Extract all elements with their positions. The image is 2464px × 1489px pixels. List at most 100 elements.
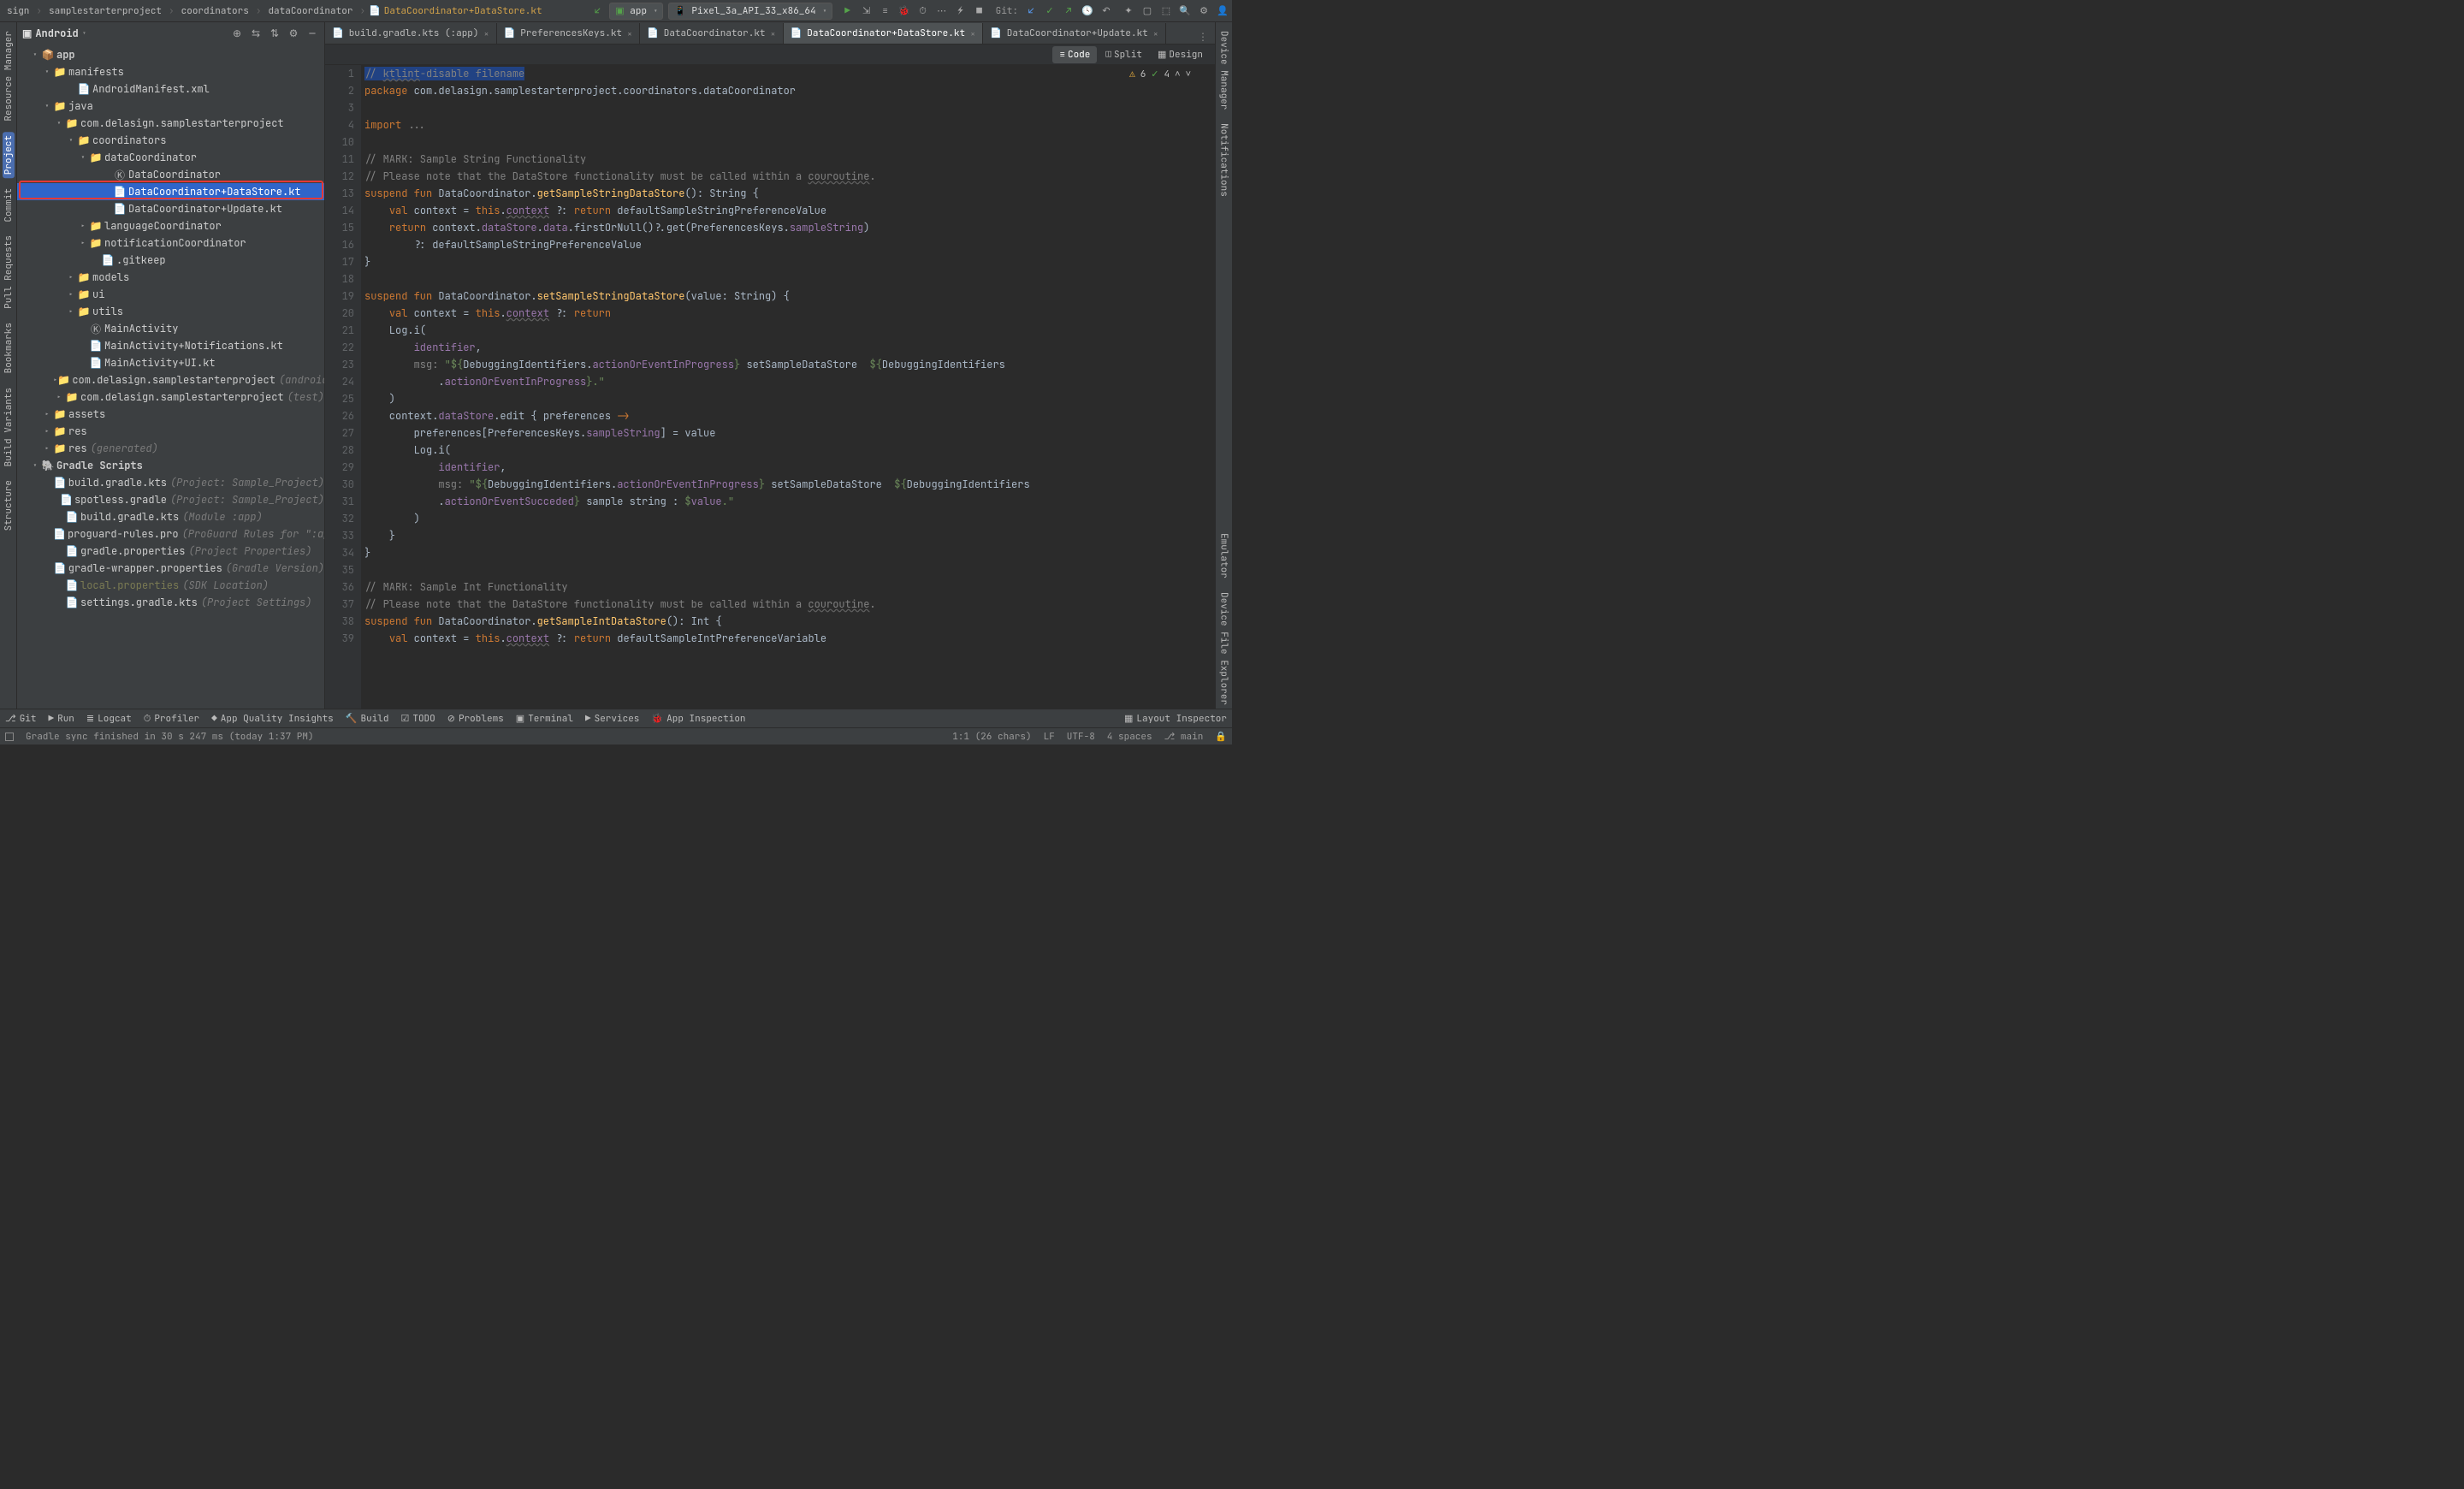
tool-problems[interactable]: ⊘ Problems (447, 713, 504, 725)
indent[interactable]: 4 spaces (1107, 731, 1152, 743)
tab-preferences-keys[interactable]: 📄PreferencesKeys.kt× (497, 23, 641, 44)
tab-datacoordinator-datastore[interactable]: 📄DataCoordinator+DataStore.kt× (784, 23, 984, 44)
sync-icon[interactable]: ↙ (589, 3, 605, 19)
tree-res-gen[interactable]: ▸📁res(generated) (17, 440, 324, 457)
tree-app[interactable]: ▾📦app (17, 46, 324, 63)
tool-emulator[interactable]: Emulator (1218, 530, 1230, 582)
tree-spotless[interactable]: 📄spotless.gradle(Project: Sample_Project… (17, 491, 324, 508)
target-icon[interactable]: ⊕ (230, 27, 244, 40)
tab-build-gradle[interactable]: 📄build.gradle.kts (:app)× (325, 23, 497, 44)
tree-res[interactable]: ▸📁res (17, 423, 324, 440)
tree-proguard[interactable]: 📄proguard-rules.pro(ProGuard Rules for "… (17, 525, 324, 543)
chevron-down-icon[interactable]: ˅ (1186, 68, 1191, 80)
close-icon[interactable]: × (627, 28, 632, 39)
crumb-1[interactable]: samplestarterproject (45, 5, 165, 17)
tree-mainactivity-ui[interactable]: 📄MainActivity+UI.kt (17, 354, 324, 371)
project-view-selector[interactable]: ▣ Android ▾ (22, 27, 86, 40)
vcs-commit-icon[interactable]: ✓ (1042, 3, 1057, 19)
tree-notification-coordinator[interactable]: ▸📁notificationCoordinator (17, 234, 324, 252)
tree-mainactivity[interactable]: ⓀMainActivity (17, 320, 324, 337)
tool-logcat[interactable]: ≣ Logcat (86, 713, 132, 725)
search-icon[interactable]: 🔍 (1177, 3, 1193, 19)
tool-app-quality[interactable]: ◆ App Quality Insights (211, 713, 334, 725)
lock-icon[interactable]: 🔒 (1215, 731, 1227, 743)
tool-app-inspection[interactable]: 🐞 App Inspection (651, 713, 745, 725)
account-icon[interactable]: 👤 (1215, 3, 1230, 19)
debug-button[interactable]: 🐞 (897, 3, 912, 19)
line-ending[interactable]: LF (1044, 731, 1055, 743)
debug-attach-icon[interactable]: ⇲ (859, 3, 874, 19)
tool-build-variants[interactable]: Build Variants (3, 384, 15, 470)
view-code[interactable]: ≡ Code (1052, 46, 1097, 63)
crumb-0[interactable]: sign (3, 5, 33, 17)
tree-file-datacoordinator-datastore[interactable]: 📄DataCoordinator+DataStore.kt (17, 183, 324, 200)
tree-android-manifest[interactable]: 📄AndroidManifest.xml (17, 80, 324, 98)
tree-gitkeep[interactable]: 📄.gitkeep (17, 252, 324, 269)
tool-bookmarks[interactable]: Bookmarks (3, 319, 15, 377)
run-config-selector[interactable]: ▣ app (609, 3, 663, 20)
crumb-3[interactable]: dataCoordinator (264, 5, 356, 17)
tool-structure[interactable]: Structure (3, 477, 15, 534)
tree-local-props[interactable]: 📄local.properties(SDK Location) (17, 577, 324, 594)
sort-icon[interactable]: ⇅ (268, 27, 281, 40)
device-selector[interactable]: 📱 Pixel_3a_API_33_x86_64 (668, 3, 832, 20)
vcs-history-icon[interactable]: 🕓 (1080, 3, 1095, 19)
more-run-icon[interactable]: ⋯ (934, 3, 950, 19)
energy-icon[interactable]: ⚡ (953, 3, 968, 19)
tree-coordinators[interactable]: ▾📁coordinators (17, 132, 324, 149)
chevron-up-icon[interactable]: ˄ (1175, 68, 1180, 80)
settings-icon[interactable]: ⚙ (1196, 3, 1211, 19)
tree-assets[interactable]: ▸📁assets (17, 406, 324, 423)
tree-utils[interactable]: ▸📁utils (17, 303, 324, 320)
tool-layout-inspector[interactable]: ▦ Layout Inspector (1124, 713, 1227, 725)
close-icon[interactable]: × (970, 28, 975, 39)
gear-icon[interactable]: ⚙ (287, 27, 300, 40)
vcs-pull-icon[interactable]: ↙ (1023, 3, 1039, 19)
expand-icon[interactable]: ⇆ (249, 27, 263, 40)
inspection-widget[interactable]: ⚠6 ✓4 ˄˅ (1129, 68, 1191, 80)
tree-pkg-androidtest[interactable]: ▸📁com.delasign.samplestarterproject(andr… (17, 371, 324, 389)
tree-manifests[interactable]: ▾📁manifests (17, 63, 324, 80)
line-gutter[interactable]: 1234101112131415161718192021222324252627… (325, 65, 361, 709)
minimize-icon[interactable]: — (305, 27, 319, 40)
tree-file-datacoordinator[interactable]: ⓀDataCoordinator (17, 166, 324, 183)
tool-project[interactable]: Project (3, 132, 15, 178)
tool-terminal[interactable]: ▣ Terminal (516, 713, 573, 725)
code-editor[interactable]: // ktlint-disable filenamepackage com.de… (361, 65, 1215, 709)
git-branch[interactable]: ⎇ main (1164, 731, 1204, 743)
tool-pull-requests[interactable]: Pull Requests (3, 232, 15, 312)
tool-git[interactable]: ⎇ Git (5, 713, 37, 725)
tool-profiler[interactable]: ⏱ Profiler (144, 713, 199, 725)
tree-file-datacoordinator-update[interactable]: 📄DataCoordinator+Update.kt (17, 200, 324, 217)
close-icon[interactable]: × (484, 28, 489, 39)
tree-models[interactable]: ▸📁models (17, 269, 324, 286)
tree-language-coordinator[interactable]: ▸📁languageCoordinator (17, 217, 324, 234)
crumb-file[interactable]: DataCoordinator+DataStore.kt (381, 5, 546, 17)
stop-button[interactable]: ■ (972, 3, 987, 19)
tool-todo[interactable]: ☑ TODO (400, 713, 435, 725)
tree-ui[interactable]: ▸📁ui (17, 286, 324, 303)
tool-run[interactable]: ▶ Run (49, 713, 74, 725)
tabs-overflow-icon[interactable]: ⋮ (1191, 30, 1215, 44)
tab-datacoordinator-update[interactable]: 📄DataCoordinator+Update.kt× (983, 23, 1166, 44)
tree-gradle-scripts[interactable]: ▾🐘Gradle Scripts (17, 457, 324, 474)
project-tree[interactable]: ▾📦app ▾📁manifests 📄AndroidManifest.xml ▾… (17, 44, 324, 709)
tree-settings-gradle[interactable]: 📄settings.gradle.kts(Project Settings) (17, 594, 324, 611)
caret-position[interactable]: 1:1 (26 chars) (952, 731, 1031, 743)
tool-build[interactable]: 🔨 Build (346, 713, 389, 725)
tool-resource-manager[interactable]: Resource Manager (3, 27, 15, 125)
tree-data-coordinator[interactable]: ▾📁dataCoordinator (17, 149, 324, 166)
tool-notifications[interactable]: Notifications (1218, 120, 1230, 200)
tool-device-file-explorer[interactable]: Device File Explorer (1218, 589, 1230, 709)
tree-java[interactable]: ▾📁java (17, 98, 324, 115)
tree-gradle-wrapper[interactable]: 📄gradle-wrapper.properties(Gradle Versio… (17, 560, 324, 577)
tool-services[interactable]: ▶ Services (585, 713, 639, 725)
profile-icon[interactable]: ⏱ (915, 3, 931, 19)
close-icon[interactable]: × (1153, 28, 1158, 39)
tree-pkg[interactable]: ▾📁com.delasign.samplestarterproject (17, 115, 324, 132)
tool-device-manager[interactable]: Device Manager (1218, 27, 1230, 113)
coverage-icon[interactable]: ≡ (878, 3, 893, 19)
vcs-rollback-icon[interactable]: ↶ (1099, 3, 1114, 19)
close-icon[interactable]: × (771, 28, 776, 39)
tool-commit[interactable]: Commit (3, 185, 15, 226)
